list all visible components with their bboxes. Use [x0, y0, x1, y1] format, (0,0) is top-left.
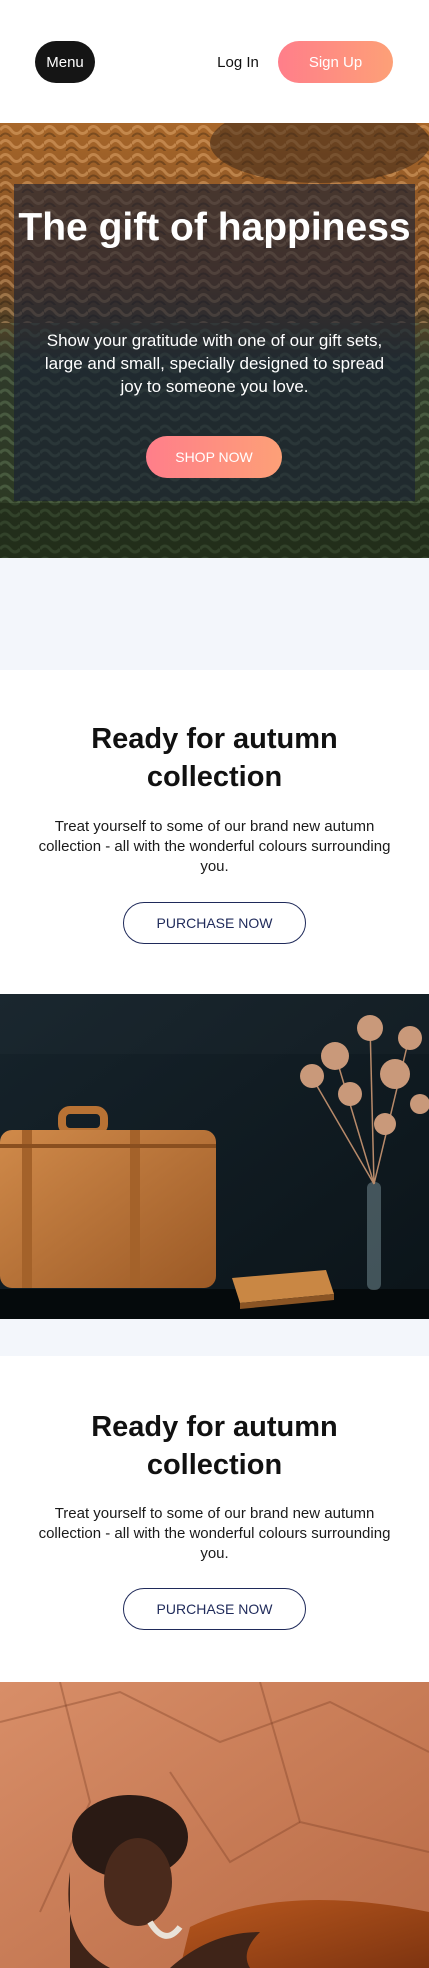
section-description: Treat yourself to some of our brand new … — [38, 818, 391, 875]
hero-description: Show your gratitude with one of our gift… — [44, 331, 385, 396]
purchase-now-button[interactable]: PURCHASE NOW — [123, 1588, 306, 1630]
spacer-band — [0, 558, 429, 670]
section-title: Ready for autumn collection — [91, 1411, 338, 1481]
spacer-band — [0, 1319, 429, 1356]
section-description: Treat yourself to some of our brand new … — [38, 1505, 391, 1562]
hero-title: The gift of happiness — [18, 206, 411, 249]
signup-button[interactable]: Sign Up — [278, 41, 393, 83]
site-header: Menu Log In Sign Up — [0, 0, 429, 123]
purchase-now-button[interactable]: PURCHASE NOW — [123, 902, 306, 944]
login-link[interactable]: Log In — [208, 41, 268, 83]
section-title: Ready for autumn collection — [91, 723, 338, 793]
autumn-section-2: Ready for autumn collection Treat yourse… — [0, 1356, 429, 1682]
model-photo — [0, 1682, 429, 1968]
shop-now-button[interactable]: SHOP NOW — [146, 436, 282, 478]
suitcase-photo — [0, 994, 429, 1319]
autumn-section-1: Ready for autumn collection Treat yourse… — [0, 670, 429, 994]
hero-banner: The gift of happiness Show your gratitud… — [0, 123, 429, 558]
menu-button[interactable]: Menu — [35, 41, 95, 83]
